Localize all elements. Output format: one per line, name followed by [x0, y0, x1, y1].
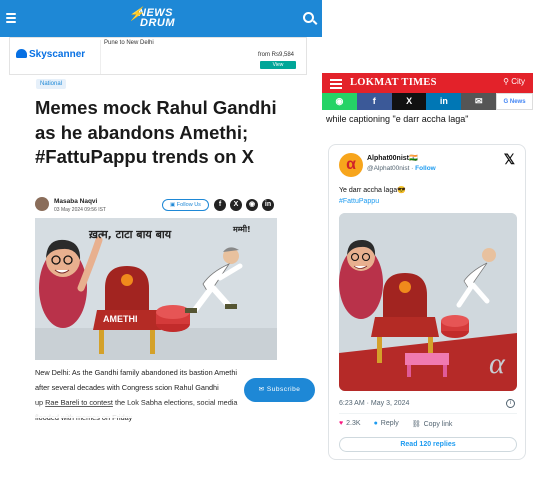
heart-icon: ♥ [339, 420, 344, 427]
tweet-author-name[interactable]: Alphat00nist🇮🇳 [367, 154, 418, 162]
tweet-text: Ye darr accha laga😎 #FattuPappu [339, 187, 406, 207]
facebook-share-icon[interactable]: f [214, 199, 226, 211]
tweet-like-button[interactable]: ♥ 2.3K [339, 420, 361, 428]
skyscanner-ad[interactable]: Skyscanner Pune to New Delhi from Rs9,58… [9, 37, 307, 75]
tweet-timestamp[interactable]: 6:23 AM · May 3, 2024 [339, 400, 409, 407]
whatsapp-share-icon[interactable]: ◉ [246, 199, 258, 211]
subscribe-button[interactable]: ✉ Subscribe [244, 378, 315, 402]
category-tag[interactable]: National [36, 79, 67, 89]
article-fade [30, 402, 290, 418]
pin-icon: ⚲ [503, 77, 512, 86]
facebook-share-icon[interactable]: f [356, 93, 392, 110]
author-name[interactable]: Masaba Naqvi [54, 198, 97, 205]
follow-us-button[interactable]: ▣ Follow Us [162, 199, 209, 211]
cartoon-chair-label: AMETHI [103, 314, 138, 324]
article-line: New Delhi: As the Gandhi family abandone… [35, 368, 237, 377]
tweet-hashtag[interactable]: #FattuPappu [339, 196, 406, 207]
cartoon-caption-top: ख़त्म, टाटा बाय बाय [88, 228, 172, 241]
tweet-handle[interactable]: @Alphat00nist [367, 165, 409, 172]
x-logo-icon[interactable]: 𝕏 [504, 151, 515, 168]
tweet-copy-link-button[interactable]: ⛓ Copy link [412, 420, 453, 428]
cartoon-caption-run: मम्मी! [232, 224, 251, 234]
whatsapp-share-icon[interactable]: ◉ [322, 93, 357, 110]
lokmat-share-bar: ◉ f X in ✉ G News [322, 93, 533, 110]
lokmat-header: LOKMAT TIMES ⚲ City [322, 73, 533, 93]
tweet-avatar[interactable]: α [339, 153, 363, 177]
tweet-divider [339, 413, 517, 414]
tweet-handle-row: @Alphat00nist · Follow [367, 165, 436, 172]
skyscanner-logo: Skyscanner [16, 49, 85, 60]
tweet-reply-button[interactable]: ● Reply [374, 420, 399, 428]
x-share-icon[interactable]: X [391, 93, 427, 110]
google-news-icon: ▣ [170, 202, 177, 208]
search-icon[interactable] [303, 12, 314, 23]
google-news-icon[interactable]: G News [496, 93, 533, 110]
x-share-icon[interactable]: X [230, 199, 242, 211]
reply-icon: ● [373, 420, 378, 427]
mail-icon: ✉ [258, 386, 267, 393]
linkedin-share-icon[interactable]: in [262, 199, 274, 211]
linkedin-share-icon[interactable]: in [426, 93, 462, 110]
author-avatar [35, 197, 49, 211]
screenshot-page: ⚡ NEWS DRUM Skyscanner Pune to New Delhi… [0, 0, 549, 477]
read-replies-button[interactable]: Read 120 replies [339, 437, 517, 452]
watermark-logo: α [489, 347, 506, 380]
embedded-tweet[interactable]: α Alphat00nist🇮🇳 @Alphat00nist · Follow … [328, 144, 526, 460]
city-selector[interactable]: ⚲ City [503, 77, 525, 86]
lokmat-logo[interactable]: LOKMAT TIMES [350, 77, 437, 88]
email-share-icon[interactable]: ✉ [461, 93, 497, 110]
newsdrum-logo[interactable]: ⚡ NEWS DRUM [128, 6, 175, 29]
menu-icon[interactable] [6, 13, 16, 23]
article-headline: Memes mock Rahul Gandhi as he abandons A… [35, 97, 277, 167]
article-caption: while captioning "e darr accha laga" [326, 114, 469, 124]
ad-price: from Rs9,584 [258, 52, 295, 58]
link-icon: ⛓ [411, 421, 421, 428]
tweet-follow-link[interactable]: Follow [415, 165, 436, 172]
ad-divider [100, 40, 101, 74]
ad-view-button[interactable]: View [260, 61, 296, 69]
skyscanner-icon [16, 49, 27, 58]
tweet-actions: ♥ 2.3K ● Reply ⛓ Copy link [339, 420, 452, 428]
logo-mark-icon: ⚡ [128, 6, 145, 21]
tweet-cartoon-image[interactable]: α [339, 213, 517, 391]
ad-route: Pune to New Delhi [104, 40, 154, 46]
info-icon[interactable]: i [506, 399, 515, 408]
publish-date: 03 May 2024 09:56 IST [54, 207, 106, 213]
article-cartoon-image: AMETHI ख़त्म, टाटा बाय बाय मम्मी! [35, 218, 277, 360]
newsdrum-header: ⚡ NEWS DRUM [0, 0, 322, 37]
menu-icon[interactable] [330, 79, 342, 89]
